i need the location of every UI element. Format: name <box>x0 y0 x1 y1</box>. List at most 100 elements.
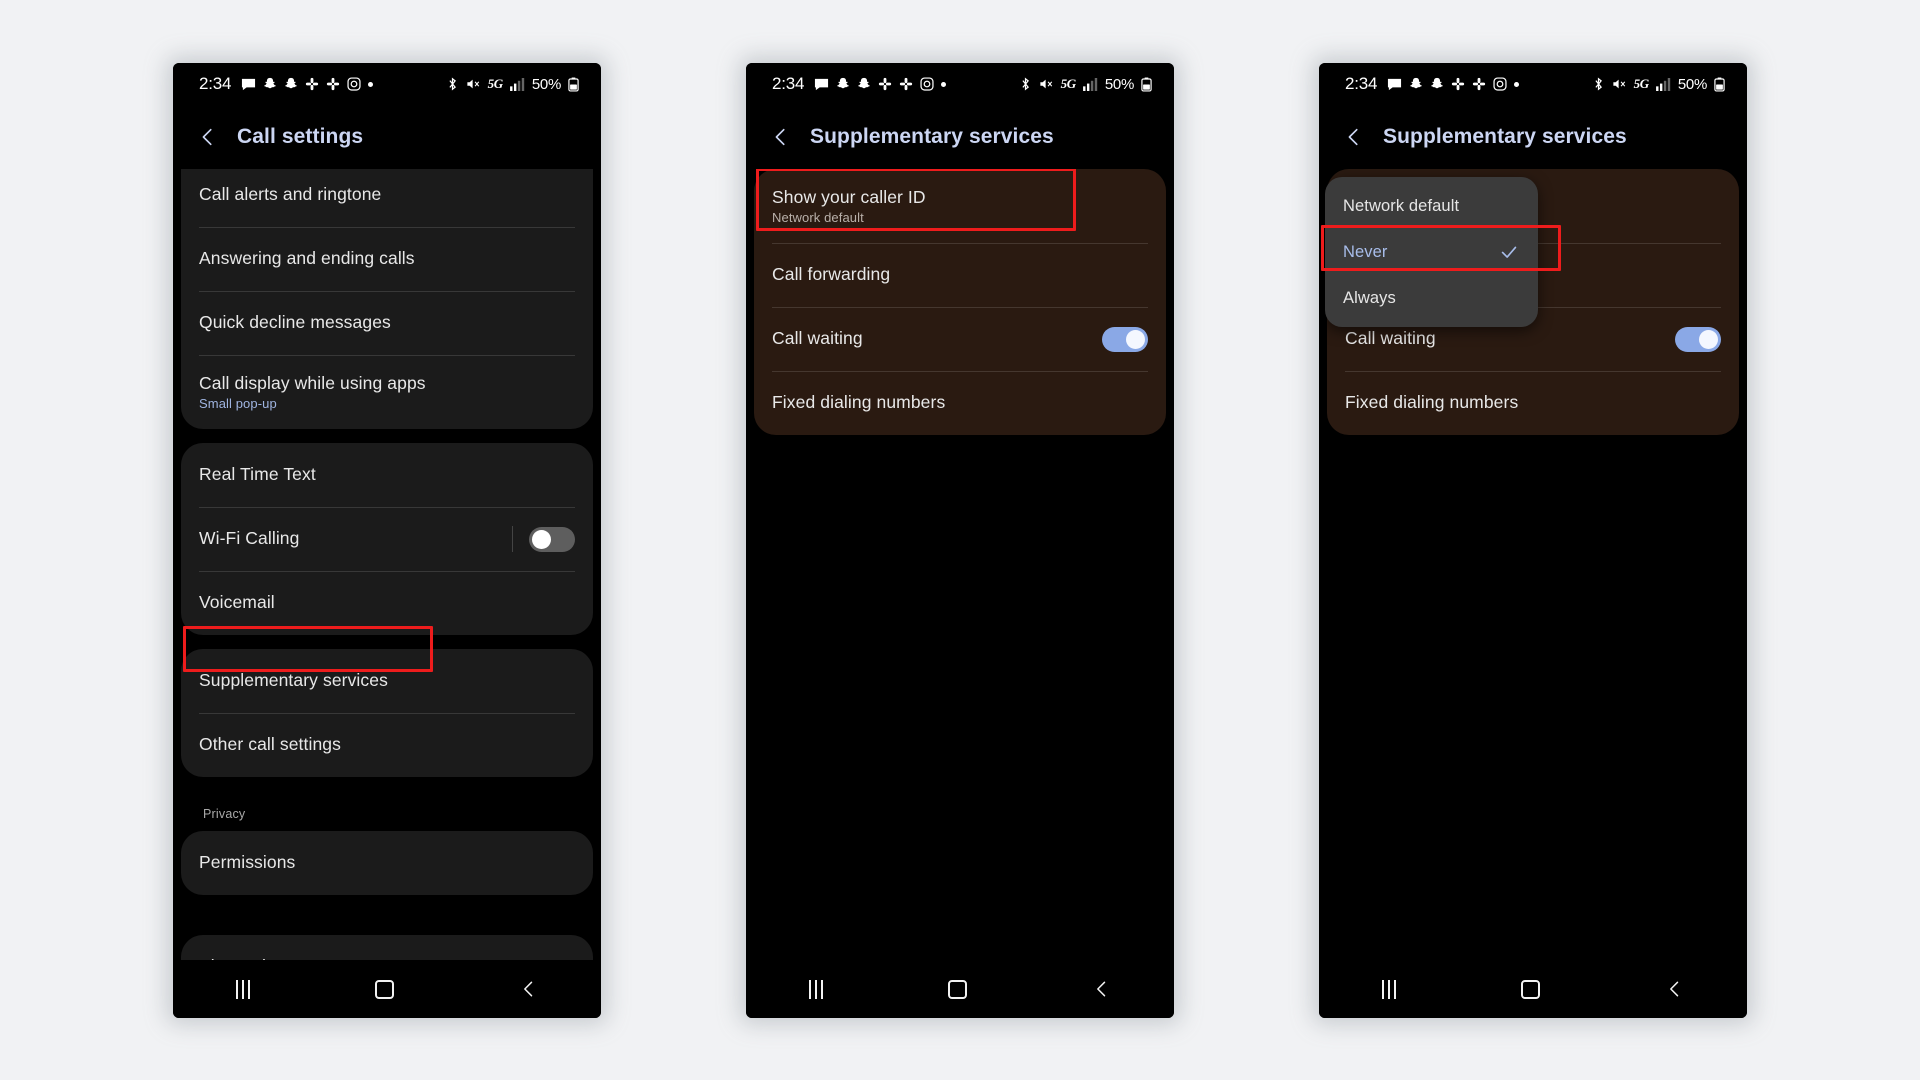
bluetooth-icon <box>1592 77 1605 91</box>
battery-icon <box>1141 77 1152 92</box>
snapchat-icon <box>836 77 850 91</box>
settings-list[interactable]: Call alerts and ringtone Answering and e… <box>173 169 601 960</box>
home-button[interactable] <box>1520 979 1540 999</box>
dropdown-option-label: Always <box>1343 288 1396 307</box>
status-bar-left: 2:34 <box>772 74 947 94</box>
home-button[interactable] <box>374 979 394 999</box>
list-item-label: Call waiting <box>772 328 863 349</box>
list-item[interactable]: Answering and ending calls <box>181 227 593 291</box>
message-icon <box>1387 77 1402 92</box>
list-item-supplementary-services[interactable]: Supplementary services <box>181 649 593 713</box>
recents-button[interactable] <box>1381 979 1396 999</box>
list-item-fixed-dialing-numbers[interactable]: Fixed dialing numbers <box>754 371 1166 435</box>
list-item-label: Call waiting <box>1345 328 1436 349</box>
list-item-label: Real Time Text <box>199 464 316 485</box>
more-dot-icon <box>368 81 374 87</box>
list-item-label: Call forwarding <box>772 264 891 285</box>
list-item-show-caller-id[interactable]: Show your caller ID Network default <box>754 169 1166 243</box>
phone-screen-call-settings: 2:34 5G 50% Call settings Call alerts an… <box>173 63 601 1018</box>
settings-group-privacy: Permissions <box>181 831 593 895</box>
slack-icon <box>878 77 892 91</box>
wifi-calling-toggle[interactable] <box>529 526 575 552</box>
app-header: Supplementary services <box>746 105 1174 169</box>
list-item-subtitle: Small pop-up <box>199 396 277 412</box>
back-button[interactable] <box>519 979 539 999</box>
settings-list[interactable]: Show your caller ID Network default Call… <box>746 169 1174 960</box>
list-item-other-call-settings[interactable]: Other call settings <box>181 713 593 777</box>
status-bar-right: 5G 50% <box>1019 76 1152 93</box>
list-item-label: Fixed dialing numbers <box>772 392 946 413</box>
list-item[interactable]: Quick decline messages <box>181 291 593 355</box>
status-bar-left: 2:34 <box>1345 74 1520 94</box>
page-title: Supplementary services <box>810 125 1054 148</box>
battery-percent-label: 50% <box>1677 75 1707 93</box>
chevron-left-icon[interactable] <box>197 126 219 148</box>
list-item-subtitle: Network default <box>772 210 864 226</box>
list-item-label: About Phone <box>199 956 575 960</box>
system-nav-bar <box>1319 960 1747 1018</box>
recents-button[interactable] <box>235 979 250 999</box>
list-item-permissions[interactable]: Permissions <box>181 831 593 895</box>
list-item-wifi-calling[interactable]: Wi-Fi Calling <box>181 507 593 571</box>
dropdown-option-never[interactable]: Never <box>1325 229 1538 275</box>
mute-icon <box>466 77 481 91</box>
battery-icon <box>568 77 579 92</box>
chevron-left-icon[interactable] <box>1343 126 1365 148</box>
list-item-call-forwarding[interactable]: Call forwarding <box>754 243 1166 307</box>
list-item-label: Supplementary services <box>199 670 388 691</box>
dropdown-option-label: Never <box>1343 242 1388 261</box>
status-clock: 2:34 <box>772 74 805 93</box>
home-button[interactable] <box>947 979 967 999</box>
settings-group-accessibility: Real Time Text Wi-Fi Calling Voicemail <box>181 443 593 635</box>
back-button[interactable] <box>1092 979 1112 999</box>
list-item-label: Call display while using apps <box>199 372 426 393</box>
app-header: Call settings <box>173 105 601 169</box>
snapchat-icon <box>1409 77 1423 91</box>
call-waiting-toggle[interactable] <box>1102 326 1148 352</box>
status-bar-right: 5G 50% <box>446 76 579 93</box>
chevron-left-icon[interactable] <box>770 126 792 148</box>
list-item-label: Call alerts and ringtone <box>199 184 382 205</box>
settings-group-about: About Phone <box>181 935 593 960</box>
list-item-label: Fixed dialing numbers <box>1345 392 1519 413</box>
list-item[interactable]: Voicemail <box>181 571 593 635</box>
mute-icon <box>1039 77 1054 91</box>
dropdown-option-network-default[interactable]: Network default <box>1325 183 1538 229</box>
list-item[interactable]: Call alerts and ringtone <box>181 169 593 227</box>
status-bar: 2:34 5G 50% <box>1319 63 1747 105</box>
list-item[interactable]: Real Time Text <box>181 443 593 507</box>
status-clock: 2:34 <box>199 74 232 93</box>
instagram-icon <box>920 77 934 91</box>
list-item-label: Quick decline messages <box>199 312 391 333</box>
caller-id-dropdown-menu[interactable]: Network default Never Always <box>1325 177 1538 327</box>
slack-icon <box>1472 77 1486 91</box>
back-button[interactable] <box>1665 979 1685 999</box>
network-type-label: 5G <box>1060 76 1077 91</box>
status-bar-right: 5G 50% <box>1592 76 1725 93</box>
list-item-fixed-dialing-numbers[interactable]: Fixed dialing numbers <box>1327 371 1739 435</box>
mute-icon <box>1612 77 1627 91</box>
phone-screen-supplementary-services-dropdown: 2:34 5G 50% Supplementary services Call … <box>1319 63 1747 1018</box>
settings-group-supplementary: Show your caller ID Network default Call… <box>754 169 1166 435</box>
settings-list[interactable]: Show your caller ID Network default Call… <box>1319 169 1747 960</box>
more-dot-icon <box>1514 81 1520 87</box>
recents-button[interactable] <box>808 979 823 999</box>
list-item-label: Show your caller ID <box>772 186 926 207</box>
instagram-icon <box>1493 77 1507 91</box>
list-item-about-phone[interactable]: About Phone <box>181 935 593 960</box>
list-item-call-waiting[interactable]: Call waiting <box>754 307 1166 371</box>
status-bar: 2:34 5G 50% <box>746 63 1174 105</box>
instagram-icon <box>347 77 361 91</box>
dropdown-option-label: Network default <box>1343 196 1460 215</box>
dropdown-option-always[interactable]: Always <box>1325 275 1538 321</box>
page-title: Supplementary services <box>1383 125 1627 148</box>
signal-bars-icon <box>1655 77 1671 91</box>
system-nav-bar <box>746 960 1174 1018</box>
snapchat-icon <box>263 77 277 91</box>
call-waiting-toggle[interactable] <box>1675 326 1721 352</box>
status-clock: 2:34 <box>1345 74 1378 93</box>
status-bar-left: 2:34 <box>199 74 374 94</box>
section-header-privacy: Privacy <box>203 807 246 821</box>
list-item[interactable]: Call display while using apps Small pop-… <box>181 355 593 429</box>
list-item-label: Wi-Fi Calling <box>199 528 300 549</box>
